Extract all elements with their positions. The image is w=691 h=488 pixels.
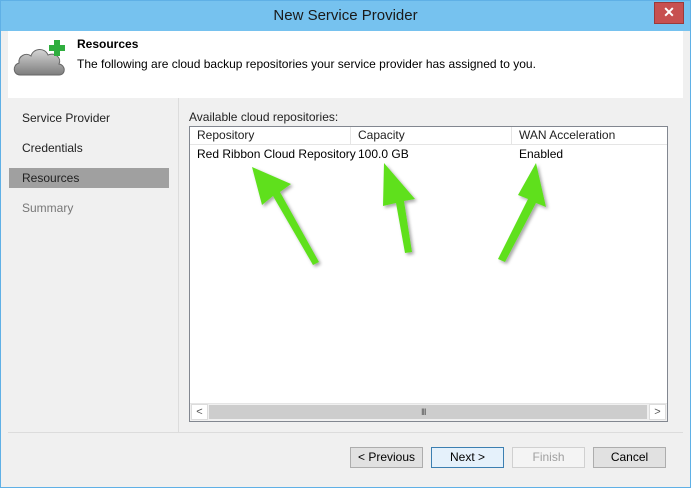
header-title: Resources — [77, 37, 139, 51]
dialog-window: New Service Provider ✕ Resources The fol… — [0, 0, 691, 488]
cancel-button[interactable]: Cancel — [593, 447, 666, 468]
column-header-wan-acceleration[interactable]: WAN Acceleration — [512, 127, 667, 144]
next-button[interactable]: Next > — [431, 447, 504, 468]
grip-icon: III — [421, 407, 426, 417]
scroll-left-button[interactable]: < — [191, 404, 208, 420]
nav-item-summary: Summary — [22, 201, 74, 215]
cell-repository: Red Ribbon Cloud Repository — [197, 147, 356, 161]
footer-divider — [8, 432, 683, 433]
header-description: The following are cloud backup repositor… — [77, 57, 536, 71]
wizard-steps: Service Provider Credentials Resources S… — [8, 98, 170, 432]
chevron-left-icon: < — [196, 406, 203, 418]
chevron-right-icon: > — [654, 406, 661, 418]
horizontal-scrollbar[interactable]: < III > — [190, 403, 667, 421]
repositories-label: Available cloud repositories: — [189, 110, 339, 124]
header-panel: Resources The following are cloud backup… — [8, 31, 683, 98]
dialog-body: Service Provider Credentials Resources S… — [8, 98, 683, 432]
cell-wan-acceleration: Enabled — [519, 147, 564, 161]
column-header-repository[interactable]: Repository — [190, 127, 351, 144]
nav-item-service-provider[interactable]: Service Provider — [9, 108, 169, 128]
cloud-add-icon — [13, 40, 65, 76]
finish-button: Finish — [512, 447, 585, 468]
previous-button[interactable]: < Previous — [350, 447, 423, 468]
nav-item-resources[interactable]: Resources — [9, 168, 169, 188]
window-title: New Service Provider — [273, 7, 418, 24]
repositories-list[interactable]: Repository Capacity WAN Acceleration Red… — [189, 126, 668, 422]
nav-item-credentials[interactable]: Credentials — [9, 138, 169, 158]
divider — [178, 98, 179, 432]
column-header-capacity[interactable]: Capacity — [351, 127, 512, 144]
scroll-right-button[interactable]: > — [649, 404, 666, 420]
cell-capacity: 100.0 GB — [358, 147, 409, 161]
list-header: Repository Capacity WAN Acceleration — [190, 127, 667, 145]
close-button[interactable]: ✕ — [654, 2, 684, 24]
close-icon: ✕ — [663, 4, 675, 20]
title-bar[interactable]: New Service Provider ✕ — [1, 1, 690, 31]
scroll-thumb[interactable]: III — [209, 405, 647, 419]
